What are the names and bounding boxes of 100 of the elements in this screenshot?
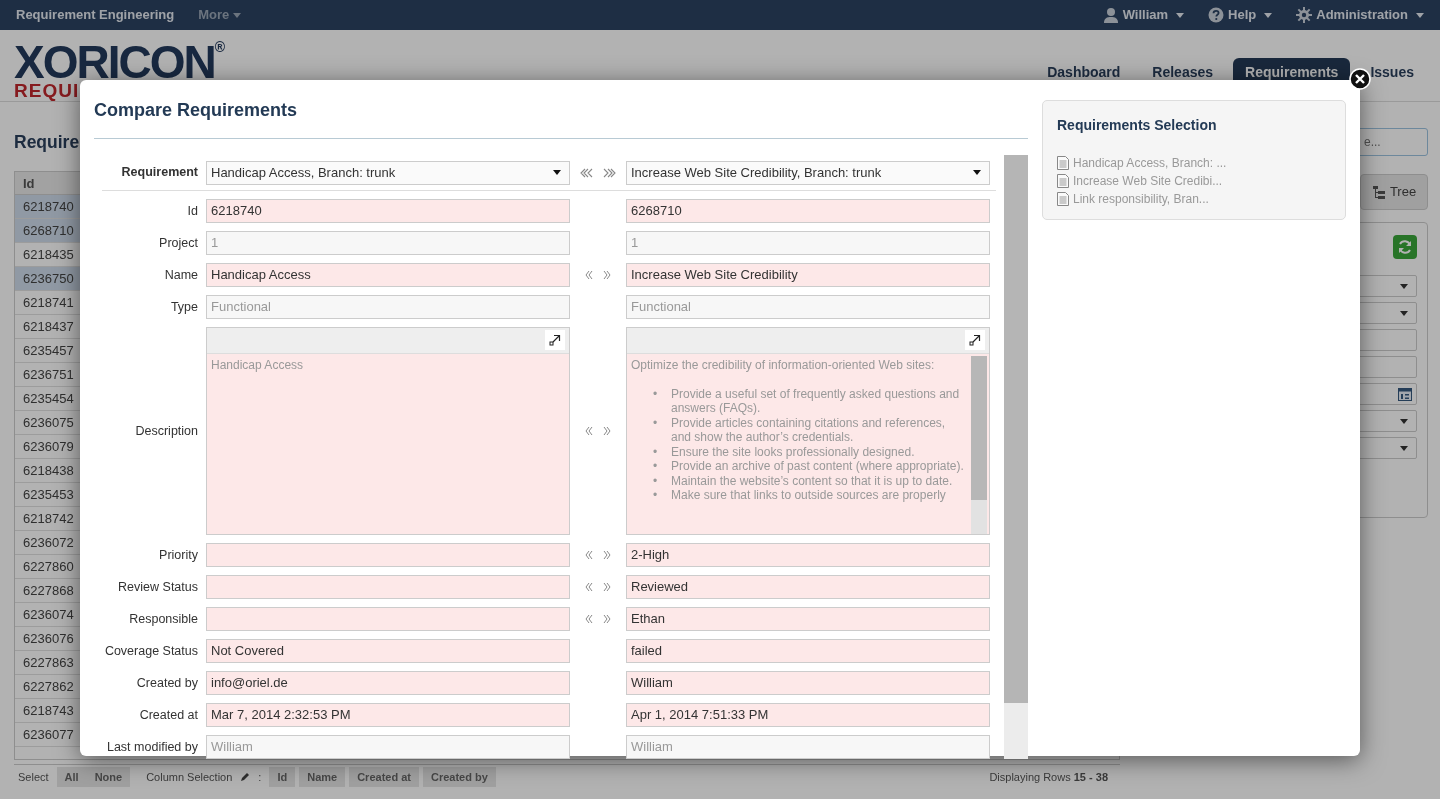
- field-label: Review Status: [117, 578, 199, 596]
- page-title: Require: [14, 131, 81, 154]
- menu-link[interactable]: Help: [1228, 5, 1257, 25]
- column-toggle[interactable]: Created by: [422, 766, 496, 787]
- requirement-dropdown[interactable]: Handicap Access, Branch: trunk: [206, 160, 570, 185]
- list-item: Provide a useful set of frequently asked questions and answers (FAQs).: [671, 386, 961, 416]
- input-field[interactable]: [206, 607, 570, 631]
- refresh-icon: [1397, 239, 1413, 255]
- scrollbar-thumb[interactable]: [971, 356, 987, 500]
- field-label: Priority: [158, 546, 199, 564]
- document-icon: [1057, 174, 1069, 188]
- logo-subtitle: REQUI: [14, 82, 81, 100]
- expand-button[interactable]: [965, 330, 985, 350]
- nav-tab[interactable]: Dashboard: [1035, 58, 1133, 87]
- column-toggle[interactable]: Name: [299, 766, 346, 787]
- scrollbar-thumb[interactable]: [1004, 155, 1028, 703]
- double-chevron-right-icon: [603, 167, 617, 178]
- field-label: Name: [163, 266, 199, 284]
- input-field[interactable]: failed: [626, 639, 990, 663]
- field-label: Type: [169, 298, 199, 316]
- app-title[interactable]: Requirement Engineering: [16, 5, 175, 25]
- copy-right-button[interactable]: [603, 614, 611, 624]
- caret-icon: [973, 170, 981, 175]
- input-field[interactable]: Apr 1, 2014 7:51:33 PM: [626, 703, 990, 727]
- document-icon: [1057, 156, 1069, 170]
- description-text: Handicap Access: [211, 358, 305, 373]
- caret-icon: [1400, 283, 1408, 289]
- input-field[interactable]: 2-High: [626, 543, 990, 567]
- close-button[interactable]: [1349, 68, 1371, 90]
- chevron-right-icon: [603, 614, 611, 624]
- bullet: •: [653, 444, 659, 459]
- list-item: Make sure that links to outside sources are properly: [671, 488, 946, 503]
- column-selection-label: Column Selection: [146, 769, 233, 785]
- copy-right-button[interactable]: [603, 270, 611, 280]
- copy-right-button[interactable]: [603, 426, 611, 436]
- input-field[interactable]: Not Covered: [206, 639, 570, 663]
- chevron-left-icon: [585, 270, 593, 280]
- caret-icon: [1176, 12, 1185, 18]
- copy-all-right-button[interactable]: [603, 167, 617, 178]
- refresh-button[interactable]: [1393, 235, 1417, 259]
- copy-left-button[interactable]: [585, 270, 593, 280]
- gear-icon: [1296, 7, 1313, 23]
- chevron-left-icon: [585, 614, 593, 624]
- field-label: Id: [186, 202, 199, 220]
- input-field[interactable]: William: [626, 671, 990, 695]
- input-field[interactable]: Mar 7, 2014 2:32:53 PM: [206, 703, 570, 727]
- input-field[interactable]: 6268710: [626, 199, 990, 223]
- caret-icon: [553, 170, 561, 175]
- copy-left-button[interactable]: [585, 614, 593, 624]
- description-text: Optimize the credibility of information-oriented Web sites:: [631, 358, 936, 373]
- list-item: Provide articles containing citations and references, and show the author’s credentials.: [671, 415, 947, 445]
- expand-button[interactable]: [545, 330, 565, 350]
- table-cell[interactable]: 6268710: [15, 219, 81, 244]
- expand-icon: [549, 334, 561, 346]
- select-button[interactable]: None: [86, 766, 131, 787]
- list-item: Ensure the site looks professionally designed.: [671, 444, 915, 459]
- table-cell[interactable]: 6218740: [15, 195, 81, 220]
- field-label: Last modified by: [105, 738, 199, 756]
- copy-right-button[interactable]: [603, 582, 611, 592]
- caret-icon: [1400, 418, 1408, 424]
- pencil-icon[interactable]: [240, 771, 251, 782]
- input-field[interactable]: Handicap Access: [206, 263, 570, 287]
- field-label: Description: [134, 422, 199, 440]
- select-button[interactable]: All: [56, 766, 87, 787]
- input-field[interactable]: Increase Web Site Credibility: [626, 263, 990, 287]
- bullet: •: [653, 459, 659, 474]
- column-toggle[interactable]: Created at: [349, 766, 419, 787]
- chevron-left-icon: [585, 550, 593, 560]
- input-field[interactable]: [206, 543, 570, 567]
- dialog-title: Compare Requirements: [94, 94, 1028, 139]
- user-icon: [1102, 7, 1119, 23]
- caret-icon: [1416, 12, 1424, 18]
- caret-icon: [233, 12, 242, 18]
- bullet: •: [653, 415, 659, 432]
- copy-left-button[interactable]: [585, 582, 593, 592]
- nav-tab[interactable]: Releases: [1140, 58, 1226, 87]
- field-label: Project: [158, 234, 199, 252]
- menu-link[interactable]: William: [1122, 5, 1169, 25]
- column-toggle[interactable]: Id: [269, 766, 296, 787]
- chevron-right-icon: [603, 426, 611, 436]
- separator-colon: :: [258, 769, 262, 785]
- logo: XORICON$^{®}$: [14, 42, 225, 82]
- input-field[interactable]: info@oriel.de: [206, 671, 570, 695]
- copy-all-left-button[interactable]: [579, 167, 593, 178]
- input-field[interactable]: Reviewed: [626, 575, 990, 599]
- input-field[interactable]: [206, 575, 570, 599]
- help-icon: [1208, 7, 1225, 23]
- copy-right-button[interactable]: [603, 550, 611, 560]
- copy-left-button[interactable]: [585, 550, 593, 560]
- input-field[interactable]: 6218740: [206, 199, 570, 223]
- table-cell[interactable]: 6236750: [15, 267, 81, 292]
- row-count: Displaying Rows 15 - 38: [989, 769, 1109, 785]
- chevron-right-icon: [603, 550, 611, 560]
- expand-icon: [969, 334, 981, 346]
- tree-button[interactable]: Tree: [1360, 174, 1428, 210]
- requirement-dropdown[interactable]: Increase Web Site Credibility, Branch: trunk: [626, 160, 990, 185]
- copy-left-button[interactable]: [585, 426, 593, 436]
- input-field[interactable]: Ethan: [626, 607, 990, 631]
- menu-link[interactable]: Administration: [1316, 5, 1408, 25]
- double-chevron-left-icon: [579, 167, 593, 178]
